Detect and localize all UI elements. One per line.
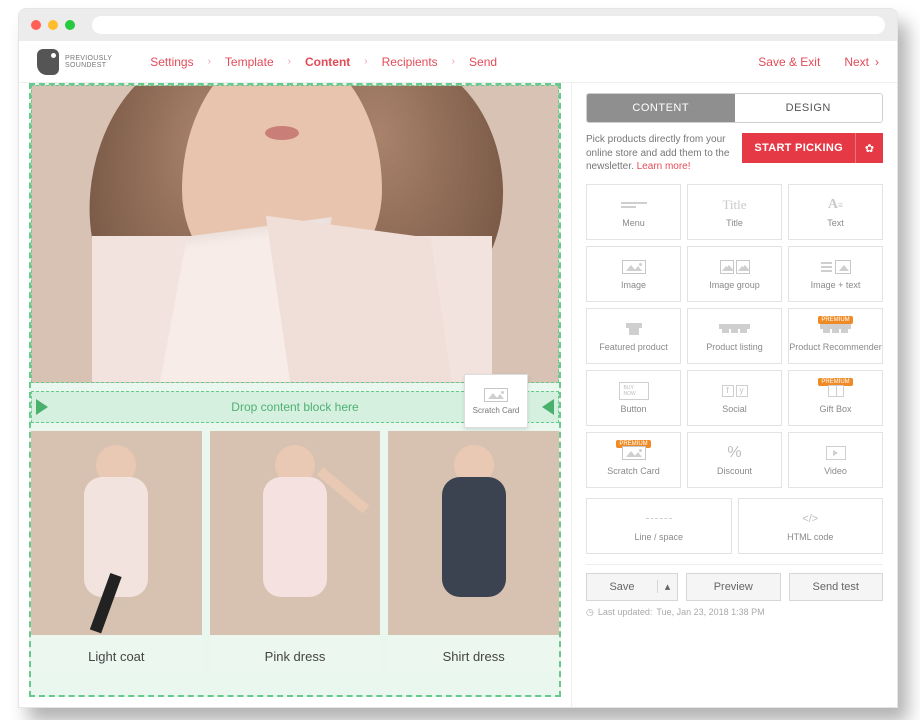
block-image-group[interactable]: Image group [687, 246, 782, 302]
next-link[interactable]: Next › [844, 55, 879, 69]
discount-icon: % [720, 444, 750, 462]
block-discount[interactable]: %Discount [687, 432, 782, 488]
save-exit-link[interactable]: Save & Exit [758, 55, 820, 69]
url-bar[interactable] [92, 16, 885, 34]
block-palette: Menu TitleTitle A≡Text Image Image group… [586, 184, 883, 488]
window-max-dot[interactable] [65, 20, 75, 30]
chevron-right-icon: › [288, 56, 291, 67]
chevron-right-icon: › [875, 55, 879, 69]
arrow-right-icon [36, 399, 48, 415]
editor-canvas[interactable]: Drop content block here Scratch Card ↖ L… [19, 83, 571, 707]
video-icon [821, 444, 851, 462]
block-image[interactable]: Image [586, 246, 681, 302]
tab-content[interactable]: CONTENT [587, 94, 735, 122]
scratch-card-icon [619, 444, 649, 462]
block-product-listing[interactable]: Product listing [687, 308, 782, 364]
product-item[interactable]: Light coat [31, 431, 202, 672]
block-social[interactable]: fySocial [687, 370, 782, 426]
image-group-icon [720, 258, 750, 276]
code-icon: </> [795, 510, 825, 528]
block-featured-product[interactable]: Featured product [586, 308, 681, 364]
breadcrumb: Settings › Template › Content › Recipien… [150, 55, 497, 69]
crumb-template[interactable]: Template [225, 55, 274, 69]
block-text[interactable]: A≡Text [788, 184, 883, 240]
product-label: Shirt dress [388, 635, 559, 672]
block-html-code[interactable]: </>HTML code [738, 498, 884, 554]
block-line-space[interactable]: Line / space [586, 498, 732, 554]
block-scratch-card[interactable]: PREMIUMScratch Card [586, 432, 681, 488]
menu-icon [619, 196, 649, 214]
product-thumb [31, 431, 202, 635]
product-item[interactable]: Pink dress [210, 431, 381, 672]
block-button[interactable]: BUY NOWButton [586, 370, 681, 426]
image-icon [619, 258, 649, 276]
sidebar-footer: Save ▴ Preview Send test ◷ Last updated:… [586, 564, 883, 618]
arrow-left-icon [542, 399, 554, 415]
block-image-text[interactable]: Image + text [788, 246, 883, 302]
sidebar-tabs: CONTENT DESIGN [586, 93, 883, 123]
dragging-block-preview[interactable]: Scratch Card [464, 374, 528, 428]
block-title[interactable]: TitleTitle [687, 184, 782, 240]
last-updated: ◷ Last updated: Tue, Jan 23, 2018 1:38 P… [586, 607, 883, 618]
preview-button[interactable]: Preview [686, 573, 781, 601]
logo-text: PREVIOUSLY SOUNDEST [65, 55, 112, 69]
crumb-recipients[interactable]: Recipients [382, 55, 438, 69]
gear-icon[interactable]: ✿ [855, 133, 883, 163]
block-gift-box[interactable]: PREMIUMGift Box [788, 370, 883, 426]
chevron-right-icon: › [452, 56, 455, 67]
save-dropdown-toggle[interactable]: ▴ [657, 580, 677, 593]
crumb-content[interactable]: Content [305, 55, 350, 69]
block-product-recommender[interactable]: PREMIUMProduct Recommender [788, 308, 883, 364]
browser-window: PREVIOUSLY SOUNDEST Settings › Template … [18, 8, 898, 708]
sidebar: CONTENT DESIGN Pick products directly fr… [571, 83, 897, 707]
chevron-right-icon: › [364, 56, 367, 67]
app-header: PREVIOUSLY SOUNDEST Settings › Template … [19, 41, 897, 83]
clock-icon: ◷ [586, 607, 594, 618]
drop-zone[interactable]: Drop content block here Scratch Card ↖ [31, 391, 559, 423]
logo-mark-icon [37, 49, 59, 75]
window-close-dot[interactable] [31, 20, 41, 30]
social-icon: fy [720, 382, 750, 400]
product-label: Pink dress [210, 635, 381, 672]
crumb-settings[interactable]: Settings [150, 55, 193, 69]
tab-design[interactable]: DESIGN [735, 94, 883, 122]
logo[interactable]: PREVIOUSLY SOUNDEST [37, 49, 112, 75]
save-button[interactable]: Save ▴ [586, 573, 678, 601]
chevron-right-icon: › [208, 56, 211, 67]
button-icon: BUY NOW [619, 382, 649, 400]
title-icon: Title [720, 196, 750, 214]
product-item[interactable]: Shirt dress [388, 431, 559, 672]
window-min-dot[interactable] [48, 20, 58, 30]
hero-image-block[interactable] [31, 85, 559, 383]
featured-product-icon [619, 320, 649, 338]
product-thumb [388, 431, 559, 635]
block-menu[interactable]: Menu [586, 184, 681, 240]
image-text-icon [821, 258, 851, 276]
scratch-card-icon [484, 388, 508, 402]
product-thumb [210, 431, 381, 635]
start-picking-button[interactable]: START PICKING ✿ [742, 133, 883, 163]
product-row[interactable]: Light coat Pink dress Shirt dress [31, 431, 559, 672]
block-video[interactable]: Video [788, 432, 883, 488]
text-icon: A≡ [821, 196, 851, 214]
product-listing-icon [720, 320, 750, 338]
product-label: Light coat [31, 635, 202, 672]
pick-description: Pick products directly from your online … [586, 133, 734, 174]
browser-chrome [19, 9, 897, 41]
line-space-icon [644, 510, 674, 528]
send-test-button[interactable]: Send test [789, 573, 884, 601]
drop-zone-label: Drop content block here [231, 400, 358, 414]
crumb-send[interactable]: Send [469, 55, 497, 69]
premium-badge: PREMIUM [818, 316, 852, 324]
learn-more-link[interactable]: Learn more! [637, 161, 691, 172]
